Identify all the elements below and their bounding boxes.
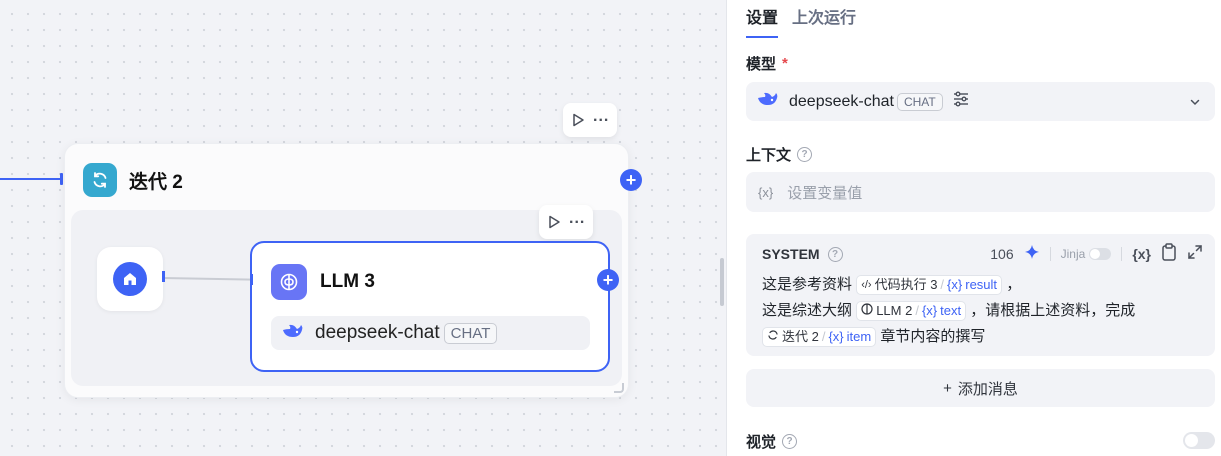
code-icon: ‹/› [861,279,872,292]
llm-node-model-name: deepseek-chat [315,322,440,343]
text-fragment: 章节内容的撰写 [880,328,986,345]
system-prompt-line-2: 这是综述大纲 LLM 2 / {x} text ，请根据上述资料，完成 [762,298,1135,324]
chip-var-prefix: {x} [921,303,938,319]
vision-section-label: 视觉 ? [746,431,798,452]
whale-icon [756,89,780,114]
llm-node[interactable]: LLM 3 deepseek-chat CHAT [250,241,610,372]
more-icon[interactable]: ... [593,109,609,125]
help-icon[interactable]: ? [797,147,813,162]
help-icon[interactable]: ? [782,434,798,449]
token-count: 106 [990,245,1014,262]
more-icon[interactable]: ... [569,211,585,227]
brain-icon [861,298,873,324]
variable-icon: {x} [758,184,774,200]
text-fragment: ， [1006,276,1022,293]
expand-icon[interactable] [1187,244,1203,263]
llm-node-toolbar: ... [539,205,594,239]
resize-handle[interactable] [614,383,624,393]
sparkle-icon[interactable] [1024,244,1040,263]
system-prompt-text[interactable]: 这是参考资料 ‹/› 代码执行 3 / {x} result ， 这是综述大纲 L… [762,272,1135,350]
vision-label: 视觉 [746,434,777,451]
help-icon[interactable]: ? [827,246,843,262]
chip-node-name: 代码执行 3 [874,277,938,293]
jinja-toggle[interactable]: Jinja [1061,247,1112,261]
context-section-label: 上下文 ? [746,144,813,165]
panel-tabs: 设置 上次运行 [746,4,856,38]
plus-icon: + [943,379,952,397]
system-prompt-tools: 106 Jinja {x} [990,243,1203,264]
model-select-name: deepseek-chat [789,92,894,110]
jinja-label: Jinja [1060,246,1086,261]
context-variable-input[interactable]: {x} 设置变量值 [746,172,1215,212]
chip-var-name: item [846,329,872,345]
brain-icon [271,264,307,300]
context-placeholder: 设置变量值 [787,184,863,202]
insert-variable-button[interactable]: {x} [1132,246,1151,262]
add-message-label: 添加消息 [957,380,1018,398]
chip-var-name: text [940,303,962,319]
play-icon[interactable] [571,113,585,127]
system-prompt-line-3: 迭代 2 / {x} item 章节内容的撰写 [762,324,1135,350]
chevron-down-icon[interactable] [1189,95,1201,113]
loop-icon [767,324,779,350]
jinja-switch[interactable] [1089,247,1112,260]
tab-settings[interactable]: 设置 [746,4,779,38]
play-icon[interactable] [547,215,561,229]
workflow-canvas[interactable]: ... 迭代 2 + ... LLM 3 deepseek-chat CHAT … [0,0,726,456]
add-message-button[interactable]: + 添加消息 [746,369,1215,407]
llm-node-model-tag: CHAT [443,322,498,344]
model-section-label: 模型 * [746,53,788,74]
chip-var-prefix: {x} [828,329,844,345]
start-node-handle[interactable] [162,271,165,282]
iteration-node-title: 迭代 2 [129,171,183,193]
system-label: SYSTEM [762,246,820,262]
model-label: 模型 [746,56,777,73]
variable-chip[interactable]: LLM 2 / {x} text [856,298,967,324]
context-label: 上下文 [746,147,792,164]
llm-add-next-node-button[interactable]: + [597,269,619,291]
system-prompt-line-1: 这是参考资料 ‹/› 代码执行 3 / {x} result ， [762,272,1135,298]
plus-icon: + [625,170,637,190]
text-fragment: 这是综述大纲 [762,302,853,319]
whale-icon [281,321,305,346]
chip-separator: / [915,303,919,319]
iteration-node-toolbar: ... [563,103,618,137]
llm-node-title: LLM 3 [320,271,375,292]
chip-separator: / [940,277,945,293]
required-mark: * [782,55,788,72]
iteration-node-header: 迭代 2 [83,163,183,197]
incoming-edge-handle[interactable] [60,173,63,185]
model-select[interactable]: deepseek-chat CHAT [746,82,1215,121]
llm-node-model: deepseek-chat CHAT [271,316,590,350]
text-fragment: ，请根据上述资料，完成 [970,302,1136,319]
variable-chip[interactable]: 迭代 2 / {x} item [762,324,877,350]
variable-chip[interactable]: ‹/› 代码执行 3 / {x} result [856,275,1003,296]
divider [1049,246,1051,261]
system-prompt-header: SYSTEM ? [762,246,843,262]
panel-resize-handle[interactable] [720,258,724,306]
chip-node-name: LLM 2 [876,303,913,319]
chip-separator: / [821,329,826,345]
iteration-start-node[interactable] [97,247,163,311]
plus-icon: + [602,270,614,290]
tab-last-run[interactable]: 上次运行 [792,4,856,38]
home-icon [113,262,147,296]
divider [1121,246,1123,261]
vision-toggle[interactable] [1183,432,1215,449]
chip-var-name: result [965,277,998,293]
node-settings-panel: 设置 上次运行 模型 * deepseek-chat CHAT 上下文 ? {x… [726,0,1221,456]
system-prompt-editor[interactable]: SYSTEM ? 106 Jinja {x} 这是参考资料 ‹/› 代码执行 3… [746,234,1215,356]
chip-var-prefix: {x} [947,277,963,293]
model-select-tag: CHAT [896,92,943,111]
loop-icon [83,163,117,197]
add-next-node-button[interactable]: + [620,169,642,191]
settings-sliders-icon[interactable] [952,91,970,112]
incoming-edge [0,178,62,180]
llm-node-header: LLM 3 [271,264,375,300]
clipboard-icon[interactable] [1161,243,1177,264]
chip-node-name: 迭代 2 [782,329,819,345]
text-fragment: 这是参考资料 [762,276,853,293]
llm-node-input-handle[interactable] [250,274,253,285]
